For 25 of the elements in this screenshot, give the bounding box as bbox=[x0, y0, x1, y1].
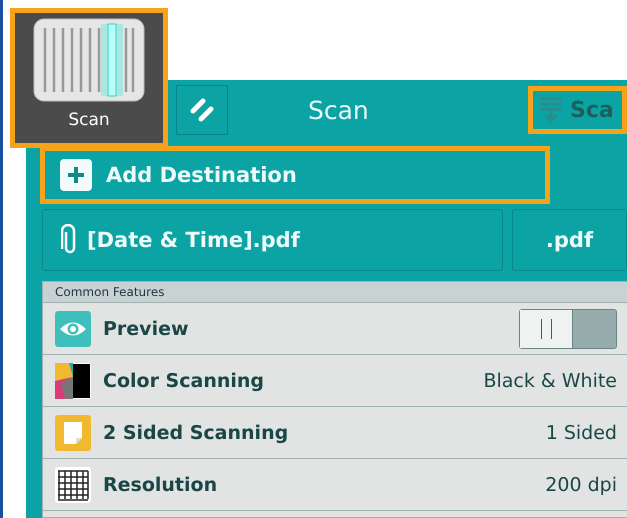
plus-icon bbox=[60, 159, 92, 191]
feature-value: Black & White bbox=[483, 370, 617, 392]
scan-app-tile[interactable]: Scan bbox=[10, 8, 168, 148]
feature-row[interactable]: Color Scanning Black & White bbox=[43, 355, 627, 407]
feature-label: Resolution bbox=[103, 474, 218, 496]
feature-value: 200 dpi bbox=[545, 474, 617, 496]
toggle-switch[interactable] bbox=[519, 308, 617, 348]
feature-row[interactable]: Preview bbox=[43, 303, 627, 355]
switch-button[interactable] bbox=[176, 85, 228, 135]
scanner-icon bbox=[33, 18, 145, 102]
page-icon bbox=[55, 414, 91, 450]
feature-row[interactable]: Resolution 200 dpi bbox=[43, 459, 627, 511]
feature-label: Color Scanning bbox=[103, 370, 266, 392]
tile-label: Scan bbox=[68, 110, 110, 130]
feature-row[interactable]: 2 Sided Scanning 1 Sided bbox=[43, 407, 627, 459]
eye-icon bbox=[55, 310, 91, 346]
color-swatch-icon bbox=[55, 362, 91, 398]
grid-icon bbox=[55, 466, 91, 502]
feature-value: 1 Sided bbox=[546, 422, 617, 444]
section-heading: Common Features bbox=[43, 282, 627, 303]
tray-icon bbox=[538, 96, 564, 124]
feature-label: Preview bbox=[103, 318, 190, 340]
paperclip-icon bbox=[61, 224, 77, 256]
feature-label: 2 Sided Scanning bbox=[103, 422, 290, 444]
screen-title: Scan bbox=[308, 96, 370, 124]
